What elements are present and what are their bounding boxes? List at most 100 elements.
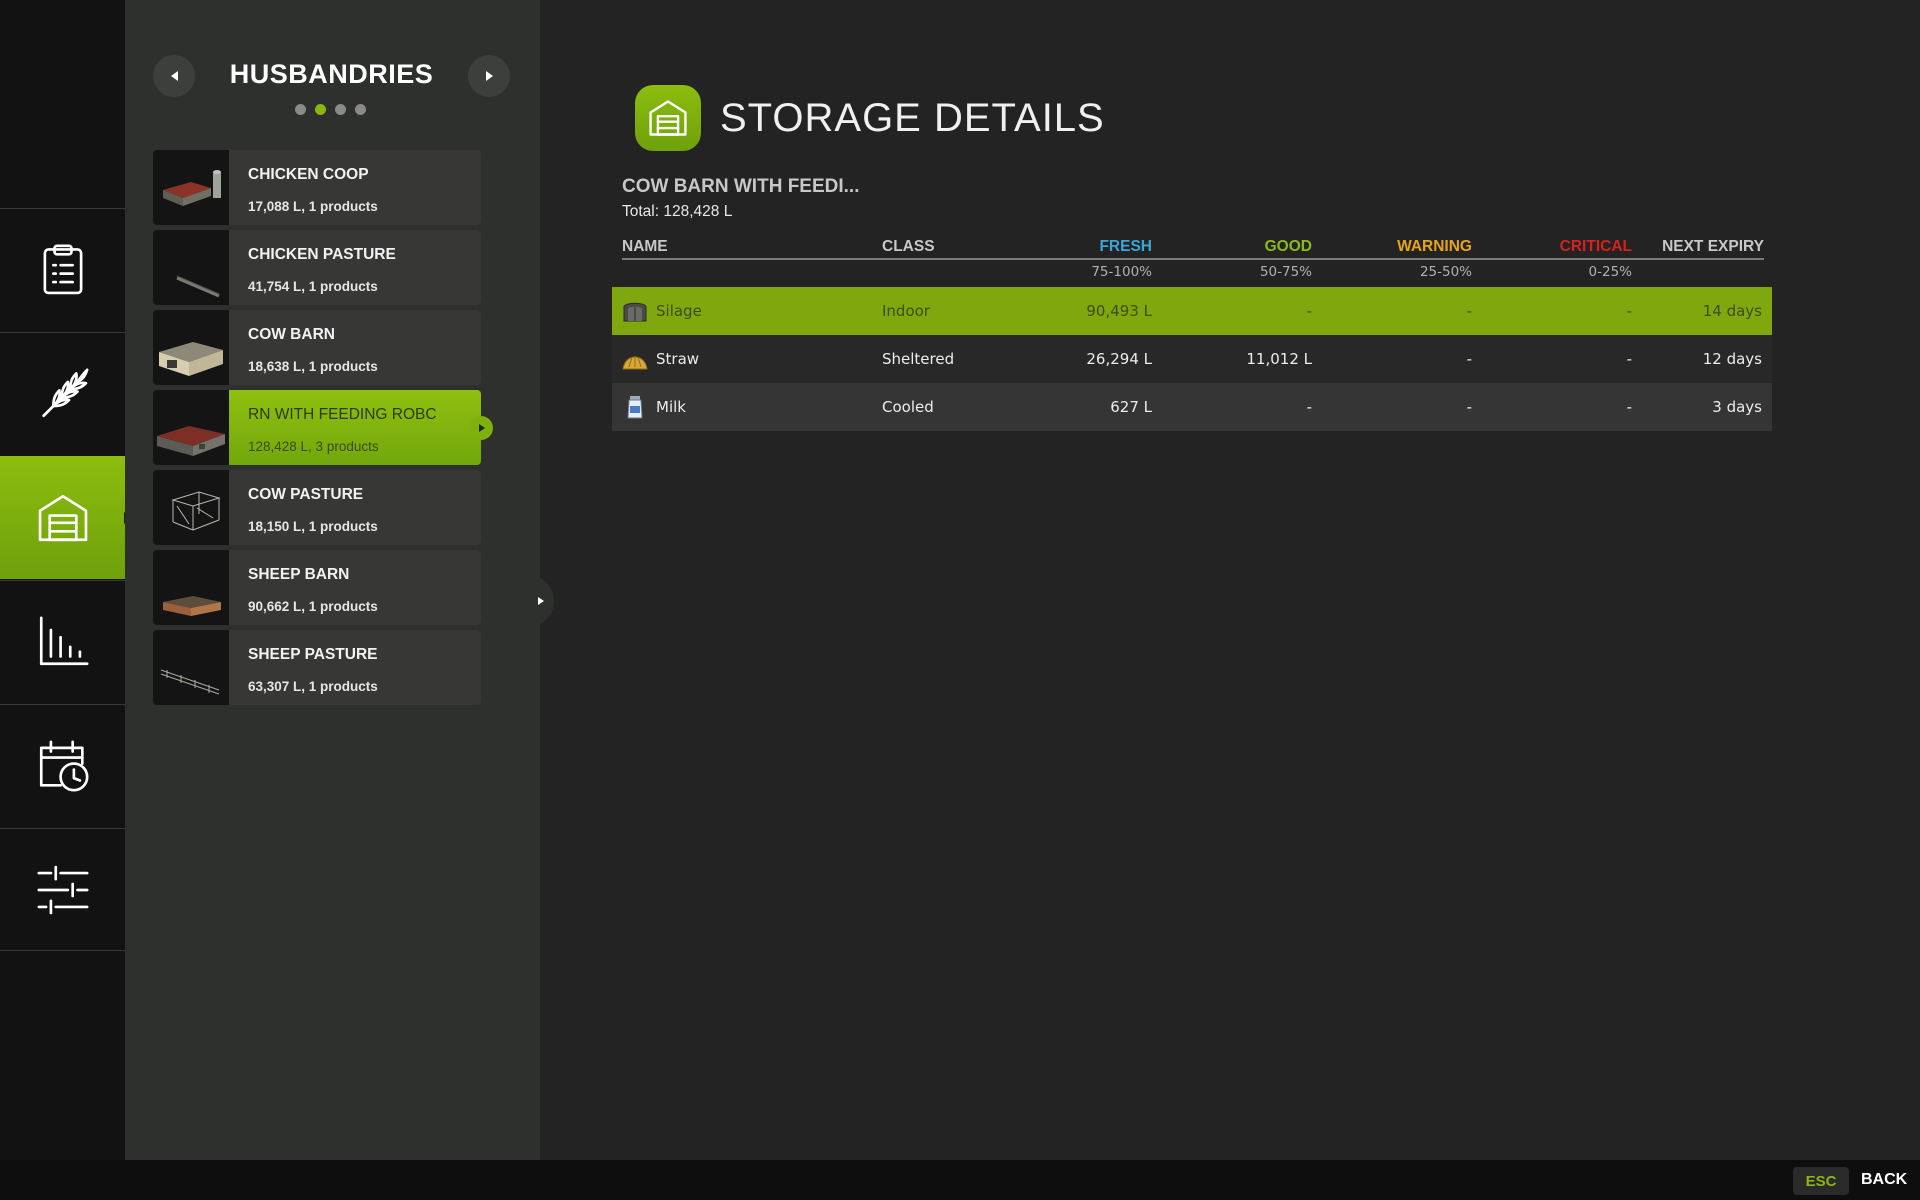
column-header-fresh: FRESH — [1099, 238, 1152, 255]
range-critical: 0-25% — [1588, 264, 1632, 280]
storage-header-icon — [635, 85, 701, 151]
panel-toggle-button[interactable] — [528, 575, 554, 627]
arrow-right-icon — [479, 424, 485, 432]
column-header-good: GOOD — [1264, 238, 1312, 255]
page-dot[interactable] — [355, 104, 366, 115]
row-expiry: 14 days — [1702, 302, 1762, 320]
chicken-pasture-thumbnail — [153, 230, 229, 305]
column-header-critical: CRITICAL — [1559, 238, 1632, 255]
list-item-sheep-pasture[interactable]: SHEEP PASTURE 63,307 L, 1 products — [153, 630, 481, 705]
husbandries-panel: HUSBANDRIES CHICKEN COOP 17,088 L, 1 pro… — [125, 0, 540, 1160]
list-item-chicken-pasture[interactable]: CHICKEN PASTURE 41,754 L, 1 products — [153, 230, 481, 305]
tab-husbandries-storage[interactable] — [0, 456, 131, 579]
sheep-pasture-thumbnail — [153, 630, 229, 705]
row-critical: - — [1626, 350, 1632, 368]
row-good: - — [1306, 398, 1312, 416]
tab-tasks[interactable] — [0, 208, 125, 331]
storage-total: Total: 128,428 L — [622, 203, 733, 220]
list-item-sheep-barn[interactable]: SHEEP BARN 90,662 L, 1 products — [153, 550, 481, 625]
page-dot[interactable] — [335, 104, 346, 115]
sliders-icon — [37, 865, 88, 914]
list-item-subtitle: 41,754 L, 1 products — [248, 279, 378, 294]
page-title: STORAGE DETAILS — [720, 96, 1105, 140]
header-divider — [622, 258, 1764, 260]
menu-rail — [0, 0, 131, 1160]
cow-barn-thumbnail — [153, 310, 229, 385]
row-warning: - — [1466, 398, 1472, 416]
storage-name: COW BARN WITH FEEDI... — [622, 176, 860, 197]
row-fresh: 627 L — [1110, 398, 1152, 416]
bar-chart-icon — [39, 616, 88, 666]
list-item-title: COW PASTURE — [248, 486, 364, 503]
back-button[interactable]: BACK — [1861, 1171, 1907, 1189]
barn-storage-icon — [38, 494, 87, 541]
list-item-subtitle: 18,638 L, 1 products — [248, 359, 378, 374]
list-item-title: CHICKEN PASTURE — [248, 246, 396, 263]
row-name: Silage — [656, 302, 702, 320]
list-item-subtitle: 63,307 L, 1 products — [248, 679, 378, 694]
list-item-subtitle: 128,428 L, 3 products — [248, 439, 379, 454]
cow-pasture-thumbnail — [153, 470, 229, 545]
previous-page-button[interactable] — [153, 55, 195, 97]
page-dot[interactable] — [295, 104, 306, 115]
table-row[interactable]: Silage Indoor 90,493 L - - - 14 days — [612, 287, 1772, 335]
column-header-warning: WARNING — [1397, 238, 1472, 255]
straw-icon — [622, 356, 648, 370]
column-header-name: NAME — [622, 238, 668, 255]
row-fresh: 26,294 L — [1086, 350, 1152, 368]
row-good: - — [1306, 302, 1312, 320]
list-item-chicken-coop[interactable]: CHICKEN COOP 17,088 L, 1 products — [153, 150, 481, 225]
esc-key-hint[interactable]: ESC — [1793, 1167, 1849, 1195]
page-dot[interactable] — [315, 104, 326, 115]
list-item-cow-pasture[interactable]: COW PASTURE 18,150 L, 1 products — [153, 470, 481, 545]
silage-icon — [623, 302, 647, 322]
row-fresh: 90,493 L — [1086, 302, 1152, 320]
table-row[interactable]: Straw Sheltered 26,294 L 11,012 L - - 12… — [612, 335, 1772, 383]
range-warning: 25-50% — [1419, 264, 1472, 280]
list-item-title: RN WITH FEEDING ROBC — [248, 406, 437, 423]
footer-bar: ESC BACK — [0, 1160, 1920, 1200]
list-title: HUSBANDRIES — [229, 59, 434, 89]
list-item-cow-barn[interactable]: COW BARN 18,638 L, 1 products — [153, 310, 481, 385]
table-row[interactable]: Milk Cooled 627 L - - - 3 days — [612, 383, 1772, 431]
list-item-title: SHEEP BARN — [248, 566, 350, 583]
row-warning: - — [1466, 302, 1472, 320]
tab-crops[interactable] — [0, 332, 125, 455]
list-item-subtitle: 18,150 L, 1 products — [248, 519, 378, 534]
selected-item-arrow — [469, 416, 493, 440]
tab-settings[interactable] — [0, 828, 125, 951]
row-critical: - — [1626, 398, 1632, 416]
calendar-clock-icon — [39, 740, 88, 792]
barn-storage-icon — [649, 100, 687, 136]
tab-statistics[interactable] — [0, 580, 125, 703]
range-fresh: 75-100% — [1091, 264, 1152, 280]
row-class: Cooled — [882, 398, 934, 416]
list-item-cow-barn-feeding-robot[interactable]: RN WITH FEEDING ROBC 128,428 L, 3 produc… — [153, 390, 493, 465]
column-header-class: CLASS — [882, 238, 935, 255]
arrow-left-icon — [170, 71, 178, 81]
arrow-right-icon — [485, 71, 493, 81]
chicken-coop-thumbnail — [153, 150, 229, 225]
cow-barn-feeding-robot-thumbnail — [153, 390, 229, 465]
row-expiry: 3 days — [1712, 398, 1762, 416]
column-header-next-expiry: NEXT EXPIRY — [1662, 238, 1764, 255]
row-expiry: 12 days — [1702, 350, 1762, 368]
list-item-subtitle: 90,662 L, 1 products — [248, 599, 378, 614]
page-indicator — [295, 104, 366, 115]
milk-icon — [627, 396, 643, 419]
range-good: 50-75% — [1259, 264, 1312, 280]
row-name: Milk — [656, 398, 686, 416]
arrow-right-icon — [538, 597, 544, 605]
list-item-title: CHICKEN COOP — [248, 166, 369, 183]
clipboard-icon — [43, 244, 82, 295]
table-body: Silage Indoor 90,493 L - - - 14 days Str… — [612, 287, 1772, 431]
list-header: HUSBANDRIES — [153, 55, 510, 97]
tab-calendar[interactable] — [0, 704, 125, 827]
sheep-barn-thumbnail — [153, 550, 229, 625]
row-class: Sheltered — [882, 350, 955, 368]
row-warning: - — [1466, 350, 1472, 368]
row-good: 11,012 L — [1246, 350, 1312, 368]
list-item-title: COW BARN — [248, 326, 335, 343]
row-name: Straw — [656, 350, 700, 368]
next-page-button[interactable] — [468, 55, 510, 97]
